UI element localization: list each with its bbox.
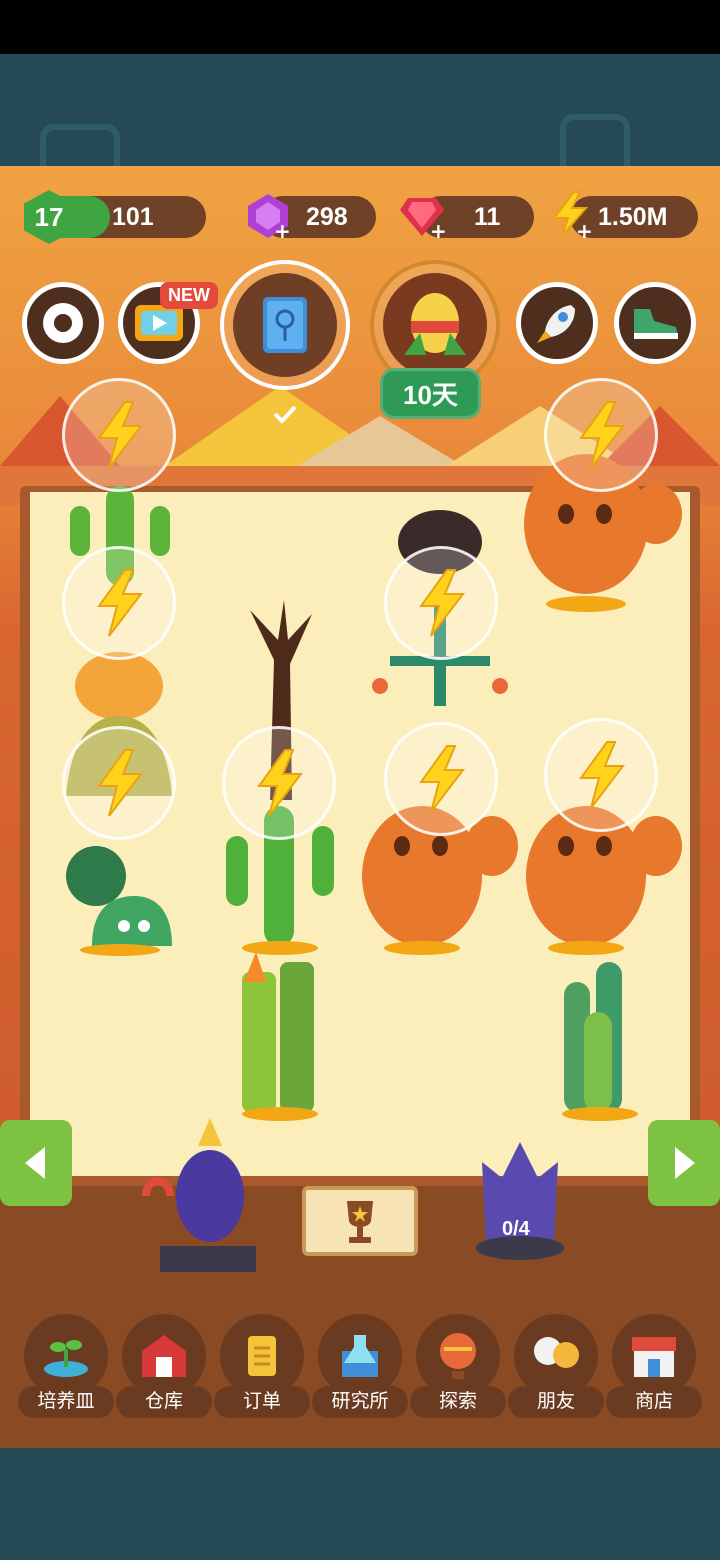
nav-label: 朋友 bbox=[508, 1386, 604, 1418]
lightning-icon bbox=[257, 749, 304, 817]
lightning-icon bbox=[97, 569, 144, 637]
energy-bubble[interactable] bbox=[544, 718, 658, 832]
cactus-family-plant[interactable] bbox=[556, 962, 646, 1122]
egg-icon bbox=[404, 293, 466, 355]
lightning-icon bbox=[419, 745, 466, 813]
game-area: 101 17 298 + 11 + 1.50M + NEW 10天 0/4 培养… bbox=[0, 166, 720, 1448]
energy-bubble[interactable] bbox=[384, 722, 498, 836]
svg-text:+: + bbox=[576, 219, 593, 238]
bottom-background bbox=[0, 1448, 720, 1560]
svg-text:+: + bbox=[430, 219, 446, 240]
plant-book-button[interactable] bbox=[220, 260, 350, 390]
next-garden-button[interactable] bbox=[648, 1120, 720, 1206]
crystal-statue[interactable] bbox=[472, 1132, 568, 1262]
balloon-icon bbox=[440, 1333, 476, 1379]
nav-research[interactable]: 研究所 bbox=[312, 1314, 408, 1424]
new-badge: NEW bbox=[160, 282, 218, 309]
barn-icon bbox=[142, 1335, 186, 1377]
check-icon bbox=[273, 405, 297, 424]
energy-bubble[interactable] bbox=[62, 378, 176, 492]
nav-label: 培养皿 bbox=[18, 1386, 114, 1418]
nav-shop[interactable]: 商店 bbox=[606, 1314, 702, 1424]
arrow-left-icon bbox=[25, 1147, 45, 1179]
lab-icon bbox=[342, 1335, 378, 1377]
shop-icon bbox=[632, 1337, 676, 1377]
red-gem-count: 11 bbox=[474, 203, 501, 231]
nav-label: 仓库 bbox=[116, 1386, 212, 1418]
energy-bubble[interactable] bbox=[62, 546, 176, 660]
energy-amount: 1.50M bbox=[598, 203, 668, 231]
status-bar bbox=[0, 0, 720, 54]
svg-text:+: + bbox=[274, 219, 291, 240]
scroll-icon bbox=[248, 1336, 276, 1376]
energy-bubble[interactable] bbox=[62, 726, 176, 840]
rocket-button[interactable] bbox=[516, 282, 598, 364]
trophy-button[interactable] bbox=[302, 1186, 418, 1256]
purple-gem-icon: + bbox=[248, 194, 291, 240]
trophy-icon bbox=[347, 1201, 373, 1243]
nav-warehouse[interactable]: 仓库 bbox=[116, 1314, 212, 1424]
energy-bubble[interactable] bbox=[384, 546, 498, 660]
nav-label: 研究所 bbox=[312, 1386, 408, 1418]
event-egg-circle bbox=[383, 273, 487, 377]
sneaker-icon bbox=[634, 309, 678, 339]
nav-friends[interactable]: 朋友 bbox=[508, 1314, 604, 1424]
gear-icon bbox=[43, 303, 83, 343]
game-screen: 101 17 298 + 11 + 1.50M + NEW 10天 0/4 培养… bbox=[0, 0, 720, 1560]
round-green-cactus-plant[interactable] bbox=[64, 826, 174, 956]
nav-label: 探索 bbox=[410, 1386, 506, 1418]
lightning-icon bbox=[97, 401, 144, 469]
energy-bubble[interactable] bbox=[544, 378, 658, 492]
monster-statue[interactable] bbox=[140, 1116, 270, 1276]
sneaker-button[interactable] bbox=[614, 282, 696, 364]
lightning-icon bbox=[97, 749, 144, 817]
arrow-right-icon bbox=[675, 1147, 695, 1179]
lightning-icon: + bbox=[551, 191, 593, 238]
nav-petri-dish[interactable]: 培养皿 bbox=[18, 1314, 114, 1424]
energy-bubble[interactable] bbox=[222, 726, 336, 840]
plant-book-circle bbox=[233, 273, 337, 377]
bottom-nav: 培养皿 仓库 订单 研究所 探索 朋友 商店 bbox=[0, 1314, 720, 1424]
nav-orders[interactable]: 订单 bbox=[214, 1314, 310, 1424]
lightning-icon bbox=[579, 741, 626, 809]
prev-garden-button[interactable] bbox=[0, 1120, 72, 1206]
purple-gem-count: 298 bbox=[306, 203, 348, 231]
lightning-icon bbox=[579, 401, 626, 469]
book-icon bbox=[263, 297, 307, 353]
tall-green-cactus-plant[interactable] bbox=[236, 952, 326, 1122]
friends-icon bbox=[534, 1337, 579, 1368]
nav-explore[interactable]: 探索 bbox=[410, 1314, 506, 1424]
sprout-dish-icon bbox=[44, 1340, 88, 1377]
rocket-icon bbox=[537, 305, 575, 343]
level-number: 17 bbox=[34, 201, 64, 232]
statue-progress: 0/4 bbox=[502, 1218, 530, 1240]
settings-button[interactable] bbox=[22, 282, 104, 364]
nav-label: 订单 bbox=[214, 1386, 310, 1418]
lightning-icon bbox=[419, 569, 466, 637]
ruby-icon: + bbox=[400, 198, 446, 240]
xp-value: 101 bbox=[112, 203, 154, 231]
event-days-badge: 10天 bbox=[380, 368, 481, 419]
nav-label: 商店 bbox=[606, 1386, 702, 1418]
top-background bbox=[0, 54, 720, 184]
